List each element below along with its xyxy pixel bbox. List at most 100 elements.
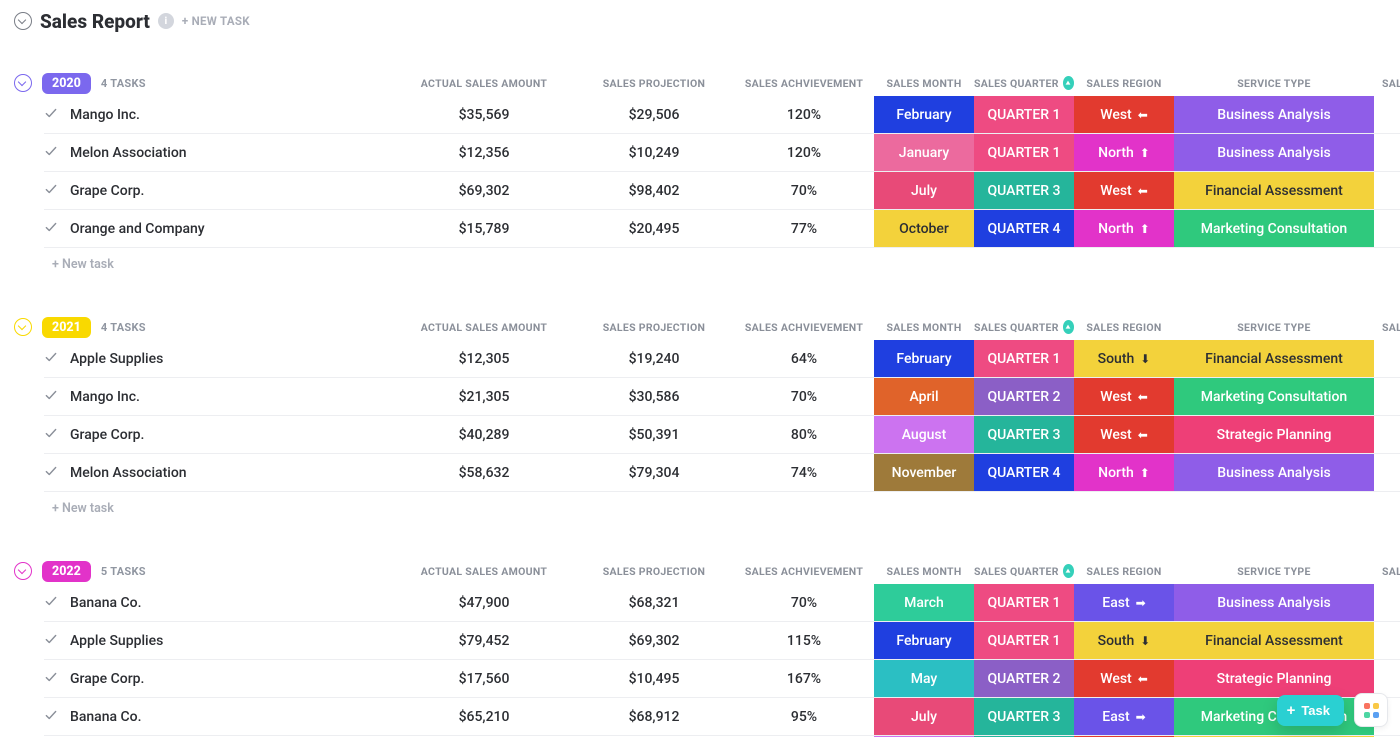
check-icon[interactable] bbox=[44, 670, 58, 688]
task-name-cell[interactable]: Orange and Company bbox=[44, 210, 394, 247]
task-name-cell[interactable]: Grape Corp. bbox=[44, 172, 394, 209]
group-year-pill[interactable]: 2022 bbox=[42, 561, 91, 582]
col-actual-sales[interactable]: ACTUAL SALES AMOUNT bbox=[394, 321, 574, 334]
cell-sales-month[interactable]: January bbox=[874, 134, 974, 171]
table-row[interactable]: Apple Supplies$12,305$19,24064%FebruaryQ… bbox=[44, 340, 1400, 378]
cell-actual-sales[interactable]: $40,289 bbox=[394, 416, 574, 453]
cell-sales-achievement[interactable]: 70% bbox=[734, 378, 874, 415]
cell-sales-projection[interactable]: $69,302 bbox=[574, 622, 734, 659]
task-name-cell[interactable]: Grape Corp. bbox=[44, 416, 394, 453]
cell-sales-month[interactable]: November bbox=[874, 454, 974, 491]
table-row[interactable]: Mango Inc.$35,569$29,506120%FebruaryQUAR… bbox=[44, 96, 1400, 134]
cell-sales-region[interactable]: West⬅ bbox=[1074, 660, 1174, 697]
cell-sales-month[interactable]: February bbox=[874, 96, 974, 133]
table-row[interactable]: Grape Corp.$40,289$50,39180%AugustQUARTE… bbox=[44, 416, 1400, 454]
table-row[interactable]: Orange and Company$15,789$20,49577%Octob… bbox=[44, 210, 1400, 248]
check-icon[interactable] bbox=[44, 106, 58, 124]
cell-actual-sales[interactable]: $12,356 bbox=[394, 134, 574, 171]
col-actual-sales[interactable]: ACTUAL SALES AMOUNT bbox=[394, 565, 574, 578]
cell-sales-region[interactable]: South⬇ bbox=[1074, 340, 1174, 377]
cell-sales-projection[interactable]: $20,495 bbox=[574, 210, 734, 247]
new-task-button[interactable]: + NEW TASK bbox=[182, 14, 250, 28]
task-name-cell[interactable]: Grape Corp. bbox=[44, 660, 394, 697]
task-name-cell[interactable]: Mango Inc. bbox=[44, 378, 394, 415]
col-sales-month[interactable]: SALES MONTH bbox=[874, 321, 974, 334]
group-year-pill[interactable]: 2021 bbox=[42, 317, 91, 338]
cell-actual-sales[interactable]: $58,632 bbox=[394, 454, 574, 491]
cell-service-type[interactable]: Financial Assessment bbox=[1174, 172, 1374, 209]
cell-service-type[interactable]: Strategic Planning bbox=[1174, 660, 1374, 697]
table-row[interactable]: Grape Corp.$69,302$98,40270%JulyQUARTER … bbox=[44, 172, 1400, 210]
col-overflow[interactable]: SAL bbox=[1374, 321, 1400, 334]
cell-sales-achievement[interactable]: 95% bbox=[734, 698, 874, 735]
cell-sales-region[interactable]: West⬅ bbox=[1074, 172, 1174, 209]
cell-sales-quarter[interactable]: QUARTER 3 bbox=[974, 698, 1074, 735]
cell-sales-region[interactable]: North⬆ bbox=[1074, 134, 1174, 171]
cell-sales-region[interactable]: North⬆ bbox=[1074, 210, 1174, 247]
check-icon[interactable] bbox=[44, 182, 58, 200]
cell-service-type[interactable]: Financial Assessment bbox=[1174, 622, 1374, 659]
check-icon[interactable] bbox=[44, 632, 58, 650]
cell-sales-month[interactable]: April bbox=[874, 378, 974, 415]
cell-sales-projection[interactable]: $30,586 bbox=[574, 378, 734, 415]
cell-sales-achievement[interactable]: 74% bbox=[734, 454, 874, 491]
group-year-pill[interactable]: 2020 bbox=[42, 73, 91, 94]
check-icon[interactable] bbox=[44, 144, 58, 162]
table-row[interactable]: Banana Co.$65,210$68,91295%JulyQUARTER 3… bbox=[44, 698, 1400, 736]
col-sales-quarter[interactable]: SALES QUARTER bbox=[974, 76, 1074, 90]
cell-sales-projection[interactable]: $50,391 bbox=[574, 416, 734, 453]
group-toggle-icon[interactable] bbox=[14, 318, 32, 336]
cell-sales-quarter[interactable]: QUARTER 1 bbox=[974, 134, 1074, 171]
cell-actual-sales[interactable]: $21,305 bbox=[394, 378, 574, 415]
cell-sales-achievement[interactable]: 80% bbox=[734, 416, 874, 453]
cell-sales-month[interactable]: February bbox=[874, 340, 974, 377]
cell-sales-month[interactable]: October bbox=[874, 210, 974, 247]
col-overflow[interactable]: SAL bbox=[1374, 565, 1400, 578]
cell-sales-month[interactable]: July bbox=[874, 172, 974, 209]
cell-sales-month[interactable]: March bbox=[874, 584, 974, 621]
check-icon[interactable] bbox=[44, 464, 58, 482]
col-service-type[interactable]: SERVICE TYPE bbox=[1174, 565, 1374, 578]
col-sales-quarter[interactable]: SALES QUARTER bbox=[974, 564, 1074, 578]
cell-sales-quarter[interactable]: QUARTER 2 bbox=[974, 378, 1074, 415]
col-sales-region[interactable]: SALES REGION bbox=[1074, 565, 1174, 578]
cell-sales-projection[interactable]: $19,240 bbox=[574, 340, 734, 377]
table-row[interactable]: Mango Inc.$21,305$30,58670%AprilQUARTER … bbox=[44, 378, 1400, 416]
cell-sales-achievement[interactable]: 70% bbox=[734, 172, 874, 209]
cell-sales-achievement[interactable]: 120% bbox=[734, 96, 874, 133]
col-sales-month[interactable]: SALES MONTH bbox=[874, 565, 974, 578]
col-sales-month[interactable]: SALES MONTH bbox=[874, 77, 974, 90]
cell-sales-quarter[interactable]: QUARTER 4 bbox=[974, 210, 1074, 247]
check-icon[interactable] bbox=[44, 594, 58, 612]
cell-sales-projection[interactable]: $98,402 bbox=[574, 172, 734, 209]
cell-actual-sales[interactable]: $17,560 bbox=[394, 660, 574, 697]
cell-service-type[interactable]: Business Analysis bbox=[1174, 454, 1374, 491]
cell-sales-quarter[interactable]: QUARTER 1 bbox=[974, 622, 1074, 659]
check-icon[interactable] bbox=[44, 388, 58, 406]
col-sales-achievement[interactable]: SALES ACHVIEVEMENT bbox=[734, 77, 874, 90]
col-service-type[interactable]: SERVICE TYPE bbox=[1174, 321, 1374, 334]
cell-sales-region[interactable]: East➡ bbox=[1074, 584, 1174, 621]
cell-sales-region[interactable]: West⬅ bbox=[1074, 416, 1174, 453]
table-row[interactable]: Apple Supplies$79,452$69,302115%February… bbox=[44, 622, 1400, 660]
cell-actual-sales[interactable]: $12,305 bbox=[394, 340, 574, 377]
cell-sales-achievement[interactable]: 120% bbox=[734, 134, 874, 171]
collapse-all-icon[interactable] bbox=[14, 12, 32, 30]
col-sales-achievement[interactable]: SALES ACHVIEVEMENT bbox=[734, 565, 874, 578]
cell-sales-quarter[interactable]: QUARTER 3 bbox=[974, 416, 1074, 453]
cell-service-type[interactable]: Financial Assessment bbox=[1174, 340, 1374, 377]
cell-sales-achievement[interactable]: 77% bbox=[734, 210, 874, 247]
table-row[interactable]: Grape Corp.$17,560$10,495167%MayQUARTER … bbox=[44, 660, 1400, 698]
new-task-row[interactable]: + New task bbox=[44, 248, 1400, 280]
col-sales-region[interactable]: SALES REGION bbox=[1074, 77, 1174, 90]
task-name-cell[interactable]: Banana Co. bbox=[44, 584, 394, 621]
task-name-cell[interactable]: Melon Association bbox=[44, 454, 394, 491]
cell-sales-region[interactable]: West⬅ bbox=[1074, 378, 1174, 415]
cell-sales-projection[interactable]: $29,506 bbox=[574, 96, 734, 133]
cell-sales-region[interactable]: North⬆ bbox=[1074, 454, 1174, 491]
cell-sales-quarter[interactable]: QUARTER 3 bbox=[974, 172, 1074, 209]
col-sales-projection[interactable]: SALES PROJECTION bbox=[574, 565, 734, 578]
cell-sales-quarter[interactable]: QUARTER 1 bbox=[974, 96, 1074, 133]
col-overflow[interactable]: SAL bbox=[1374, 77, 1400, 90]
table-row[interactable]: Melon Association$58,632$79,30474%Novemb… bbox=[44, 454, 1400, 492]
